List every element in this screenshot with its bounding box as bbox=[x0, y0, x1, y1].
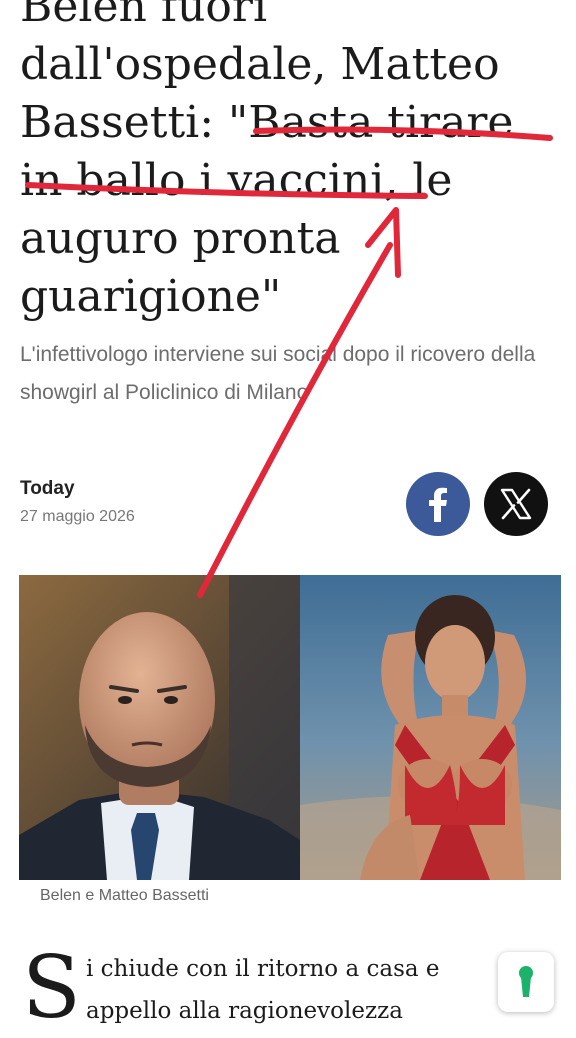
article-subtitle: L'infettivologo interviene sui social do… bbox=[20, 343, 536, 404]
keyhole-icon bbox=[519, 966, 533, 997]
x-share-button[interactable] bbox=[484, 472, 548, 536]
headline-line: guarigione" bbox=[20, 271, 282, 322]
article-source[interactable]: Today bbox=[20, 478, 75, 500]
drop-cap: S bbox=[22, 938, 81, 1038]
facebook-icon bbox=[429, 487, 447, 522]
headline-line: Bassetti: "Basta tirare bbox=[20, 97, 514, 148]
image-caption: Belen e Matteo Bassetti bbox=[40, 887, 209, 904]
headline-line: in ballo i vaccini, le bbox=[20, 155, 453, 206]
article-body-line: i chiude con il ritorno a casa e bbox=[86, 956, 440, 982]
article-date: 27 maggio 2026 bbox=[20, 508, 135, 525]
headline-line: Belen fuori bbox=[20, 0, 268, 32]
article-image[interactable] bbox=[19, 575, 561, 880]
article-body-line: appello alla ragionevolezza bbox=[86, 998, 403, 1024]
bassetti-photo bbox=[19, 575, 300, 880]
article-headline: Belen fuori dall'ospedale, Matteo Basset… bbox=[20, 0, 565, 326]
headline-line: dall'ospedale, Matteo bbox=[20, 39, 500, 90]
belen-photo bbox=[300, 575, 561, 880]
headline-line: auguro pronta bbox=[20, 213, 341, 264]
scroll-to-top-button[interactable] bbox=[498, 952, 554, 1012]
facebook-share-button[interactable] bbox=[406, 472, 470, 536]
x-logo-icon bbox=[500, 488, 532, 520]
